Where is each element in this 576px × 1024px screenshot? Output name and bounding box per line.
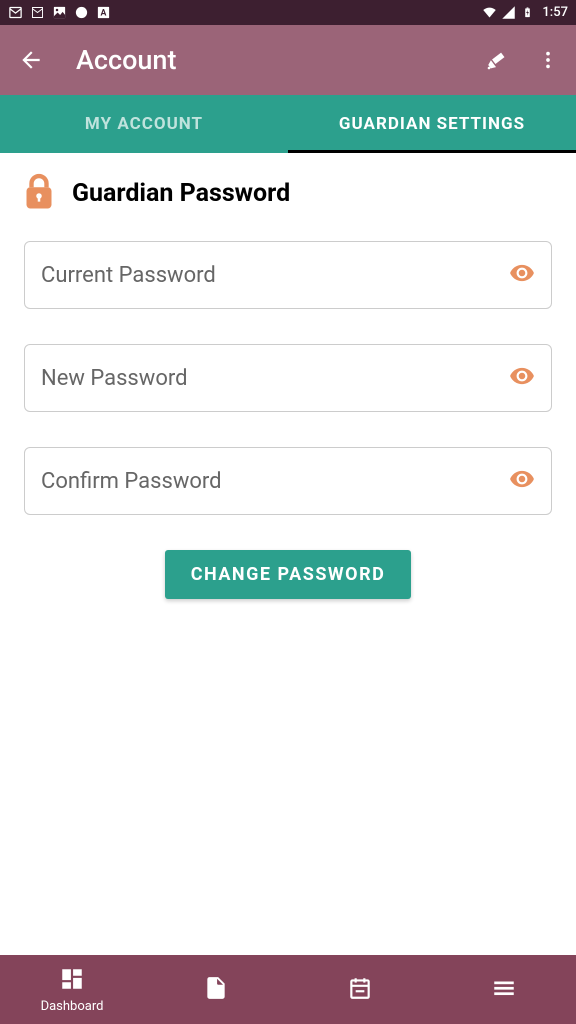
section-title: Guardian Password bbox=[72, 179, 290, 208]
font-icon: A bbox=[96, 5, 111, 20]
change-password-button[interactable]: CHANGE PASSWORD bbox=[165, 550, 412, 599]
tab-guardian-settings[interactable]: GUARDIAN SETTINGS bbox=[288, 95, 576, 153]
tabs: MY ACCOUNT GUARDIAN SETTINGS bbox=[0, 95, 576, 153]
wifi-icon bbox=[482, 5, 497, 20]
current-password-input[interactable] bbox=[41, 263, 509, 288]
dashboard-icon bbox=[59, 966, 85, 996]
nav-dashboard[interactable]: Dashboard bbox=[0, 955, 144, 1024]
confirm-password-wrapper bbox=[24, 447, 552, 515]
section-header: Guardian Password bbox=[24, 173, 552, 213]
app-bar-actions bbox=[484, 48, 560, 72]
eye-icon[interactable] bbox=[509, 363, 535, 393]
app-bar: Account bbox=[0, 25, 576, 95]
confirm-password-input[interactable] bbox=[41, 469, 509, 494]
eye-icon[interactable] bbox=[509, 260, 535, 290]
content: Guardian Password CHANGE PASSWORD bbox=[0, 153, 576, 955]
eye-icon[interactable] bbox=[509, 466, 535, 496]
nav-calendar[interactable] bbox=[288, 955, 432, 1024]
status-left-icons: A bbox=[8, 5, 111, 20]
lock-icon bbox=[24, 173, 54, 213]
current-password-wrapper bbox=[24, 241, 552, 309]
more-icon[interactable] bbox=[536, 48, 560, 72]
tab-my-account[interactable]: MY ACCOUNT bbox=[0, 95, 288, 153]
notification-icon bbox=[8, 5, 23, 20]
menu-icon bbox=[491, 975, 517, 1005]
edit-icon[interactable] bbox=[484, 48, 508, 72]
bottom-nav: Dashboard bbox=[0, 955, 576, 1024]
image-icon bbox=[52, 5, 67, 20]
new-password-wrapper bbox=[24, 344, 552, 412]
page-title: Account bbox=[76, 44, 176, 76]
gmail-icon bbox=[30, 5, 45, 20]
calendar-icon bbox=[347, 975, 373, 1005]
battery-icon bbox=[520, 5, 535, 20]
document-icon bbox=[203, 975, 229, 1005]
status-bar: A 1:57 bbox=[0, 0, 576, 25]
nav-dashboard-label: Dashboard bbox=[41, 999, 104, 1014]
status-time: 1:57 bbox=[542, 5, 568, 20]
nav-document[interactable] bbox=[144, 955, 288, 1024]
signal-icon bbox=[501, 5, 516, 20]
status-right-icons: 1:57 bbox=[482, 5, 568, 20]
new-password-input[interactable] bbox=[41, 366, 509, 391]
app-icon bbox=[74, 5, 89, 20]
nav-menu[interactable] bbox=[432, 955, 576, 1024]
svg-text:A: A bbox=[101, 9, 107, 19]
back-button[interactable] bbox=[16, 45, 46, 75]
